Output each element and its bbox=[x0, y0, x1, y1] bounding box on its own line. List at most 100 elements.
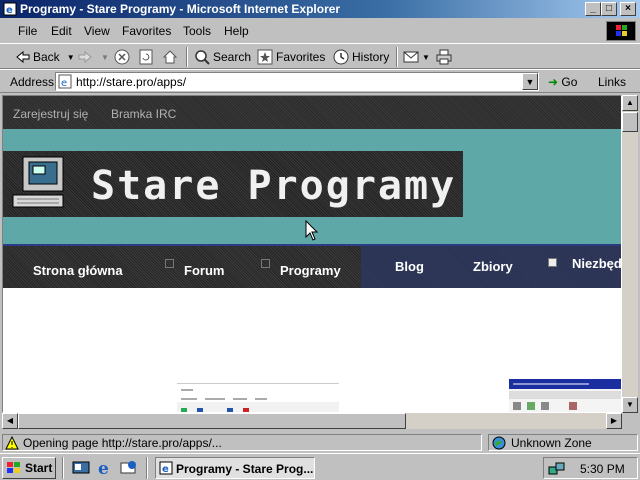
network-icon[interactable] bbox=[548, 461, 566, 477]
mail-dropdown-icon[interactable]: ▼ bbox=[422, 53, 430, 62]
forward-button[interactable]: ▼ bbox=[78, 48, 109, 66]
menu-file[interactable]: File bbox=[18, 24, 37, 38]
back-dropdown-icon[interactable]: ▼ bbox=[67, 53, 75, 62]
back-arrow-icon bbox=[16, 51, 30, 63]
menu-view[interactable]: View bbox=[84, 24, 110, 38]
site-logo[interactable]: Stare Programy bbox=[3, 151, 463, 217]
security-zone: Unknown Zone bbox=[511, 436, 592, 450]
favorites-label: Favorites bbox=[276, 50, 326, 64]
history-label: History bbox=[352, 50, 390, 64]
svg-text:e: e bbox=[61, 78, 67, 89]
scroll-left-button[interactable]: ◀ bbox=[2, 413, 18, 429]
status-text: Opening page http://stare.pro/apps/... bbox=[23, 436, 222, 450]
minimize-button[interactable]: _ bbox=[585, 2, 601, 16]
outlook-express-icon[interactable] bbox=[120, 459, 138, 477]
site-logo-text: Stare Programy bbox=[91, 163, 457, 209]
menu-favorites[interactable]: Favorites bbox=[122, 24, 171, 38]
nav-collections[interactable]: Zbiory bbox=[473, 259, 513, 274]
status-main-pane: Opening page http://stare.pro/apps/... bbox=[2, 434, 482, 451]
svg-text:e: e bbox=[98, 459, 109, 477]
go-button[interactable]: ➜ Go bbox=[548, 75, 577, 89]
nav-bullet-icon bbox=[261, 259, 270, 268]
system-tray: 5:30 PM bbox=[543, 457, 638, 479]
nav-forum[interactable]: Forum bbox=[184, 263, 224, 278]
address-label: Address bbox=[10, 75, 55, 89]
nav-bullet-icon bbox=[165, 259, 174, 268]
start-label: Start bbox=[25, 461, 53, 475]
home-icon bbox=[162, 50, 178, 64]
close-button[interactable]: × bbox=[620, 2, 636, 16]
toolbar-separator bbox=[396, 47, 398, 67]
go-arrow-icon: ➜ bbox=[548, 75, 559, 89]
menu-edit[interactable]: Edit bbox=[51, 24, 72, 38]
favorites-button[interactable]: Favorites bbox=[257, 48, 325, 66]
svg-text:e: e bbox=[162, 464, 169, 475]
menu-help[interactable]: Help bbox=[224, 24, 249, 38]
scroll-thumb[interactable] bbox=[18, 413, 406, 429]
taskbar-separator bbox=[62, 457, 64, 479]
refresh-button[interactable] bbox=[138, 48, 154, 66]
refresh-icon bbox=[139, 49, 153, 65]
windows-flag-icon bbox=[7, 462, 20, 473]
irc-gateway-link[interactable]: Bramka IRC bbox=[111, 107, 176, 121]
ie-page-icon: e bbox=[58, 74, 72, 89]
back-button[interactable]: Back ▼ bbox=[16, 48, 75, 66]
address-url: http://stare.pro/apps/ bbox=[76, 75, 187, 89]
home-button[interactable] bbox=[162, 48, 178, 66]
thumbnail-preview bbox=[509, 379, 621, 410]
loading-page-icon bbox=[5, 436, 19, 450]
menu-tools[interactable]: Tools bbox=[183, 24, 211, 38]
forward-arrow-icon bbox=[78, 51, 92, 63]
start-button[interactable]: Start bbox=[2, 457, 56, 479]
status-zone-pane: Unknown Zone bbox=[488, 434, 638, 451]
title-bar[interactable]: e Programy - Stare Programy - Microsoft … bbox=[0, 0, 640, 18]
windows-flag-icon bbox=[616, 25, 627, 36]
scroll-right-button[interactable]: ▶ bbox=[606, 413, 622, 429]
scroll-up-button[interactable]: ▲ bbox=[622, 95, 638, 111]
history-icon bbox=[333, 49, 349, 65]
taskbar-ie-window[interactable]: e Programy - Stare Prog... bbox=[155, 457, 315, 479]
maximize-button[interactable]: □ bbox=[601, 2, 617, 16]
site-nav: Strona główna Forum Programy Blog Zbiory… bbox=[3, 244, 621, 288]
address-input[interactable]: e http://stare.pro/apps/ ▼ bbox=[55, 72, 539, 91]
thumbnail-preview bbox=[177, 389, 339, 412]
forward-dropdown-icon[interactable]: ▼ bbox=[101, 53, 109, 62]
scroll-thumb[interactable] bbox=[622, 112, 638, 132]
search-button[interactable]: Search bbox=[194, 48, 251, 66]
ie-throbber-logo bbox=[606, 21, 636, 41]
stop-button[interactable] bbox=[114, 48, 130, 66]
toolbar-separator bbox=[186, 47, 188, 67]
scroll-down-button[interactable]: ▼ bbox=[622, 397, 638, 413]
search-label: Search bbox=[213, 50, 252, 64]
register-link[interactable]: Zarejestruj się bbox=[13, 107, 88, 121]
app-screenshot-thumbnail[interactable] bbox=[509, 379, 621, 412]
nav-essentials[interactable]: Niezbęd bbox=[572, 256, 621, 271]
ie-page-icon: e bbox=[3, 2, 17, 16]
search-icon bbox=[195, 50, 210, 65]
taskbar-window-title: Programy - Stare Prog... bbox=[176, 462, 314, 476]
print-button[interactable] bbox=[436, 48, 452, 66]
horizontal-scrollbar[interactable]: ◀ ▶ bbox=[2, 413, 622, 429]
nav-programs[interactable]: Programy bbox=[280, 263, 341, 278]
app-screenshot-thumbnail[interactable] bbox=[177, 383, 339, 412]
mail-button[interactable]: ▼ bbox=[403, 48, 430, 66]
nav-blog[interactable]: Blog bbox=[395, 259, 424, 274]
nav-home[interactable]: Strona główna bbox=[33, 263, 123, 278]
print-icon bbox=[436, 49, 452, 65]
address-dropdown-button[interactable]: ▼ bbox=[522, 73, 538, 90]
links-button[interactable]: Links bbox=[598, 75, 626, 89]
mouse-cursor-icon bbox=[305, 220, 319, 241]
history-button[interactable]: History bbox=[333, 48, 389, 66]
taskbar: Start e e Programy - Stare Prog... 5:30 … bbox=[0, 453, 640, 480]
go-label: Go bbox=[561, 75, 578, 89]
page-content[interactable]: Zarejestruj się Bramka IRC Stare Program… bbox=[2, 95, 622, 413]
back-label: Back bbox=[33, 50, 60, 64]
clock[interactable]: 5:30 PM bbox=[580, 462, 625, 476]
show-desktop-icon[interactable] bbox=[72, 460, 90, 476]
mail-icon bbox=[403, 51, 419, 63]
vertical-scrollbar[interactable]: ▲ ▼ bbox=[622, 95, 638, 413]
window-title: Programy - Stare Programy - Microsoft In… bbox=[20, 2, 341, 16]
svg-text:e: e bbox=[6, 5, 13, 16]
globe-icon bbox=[492, 436, 506, 450]
internet-explorer-icon[interactable]: e bbox=[96, 459, 114, 477]
